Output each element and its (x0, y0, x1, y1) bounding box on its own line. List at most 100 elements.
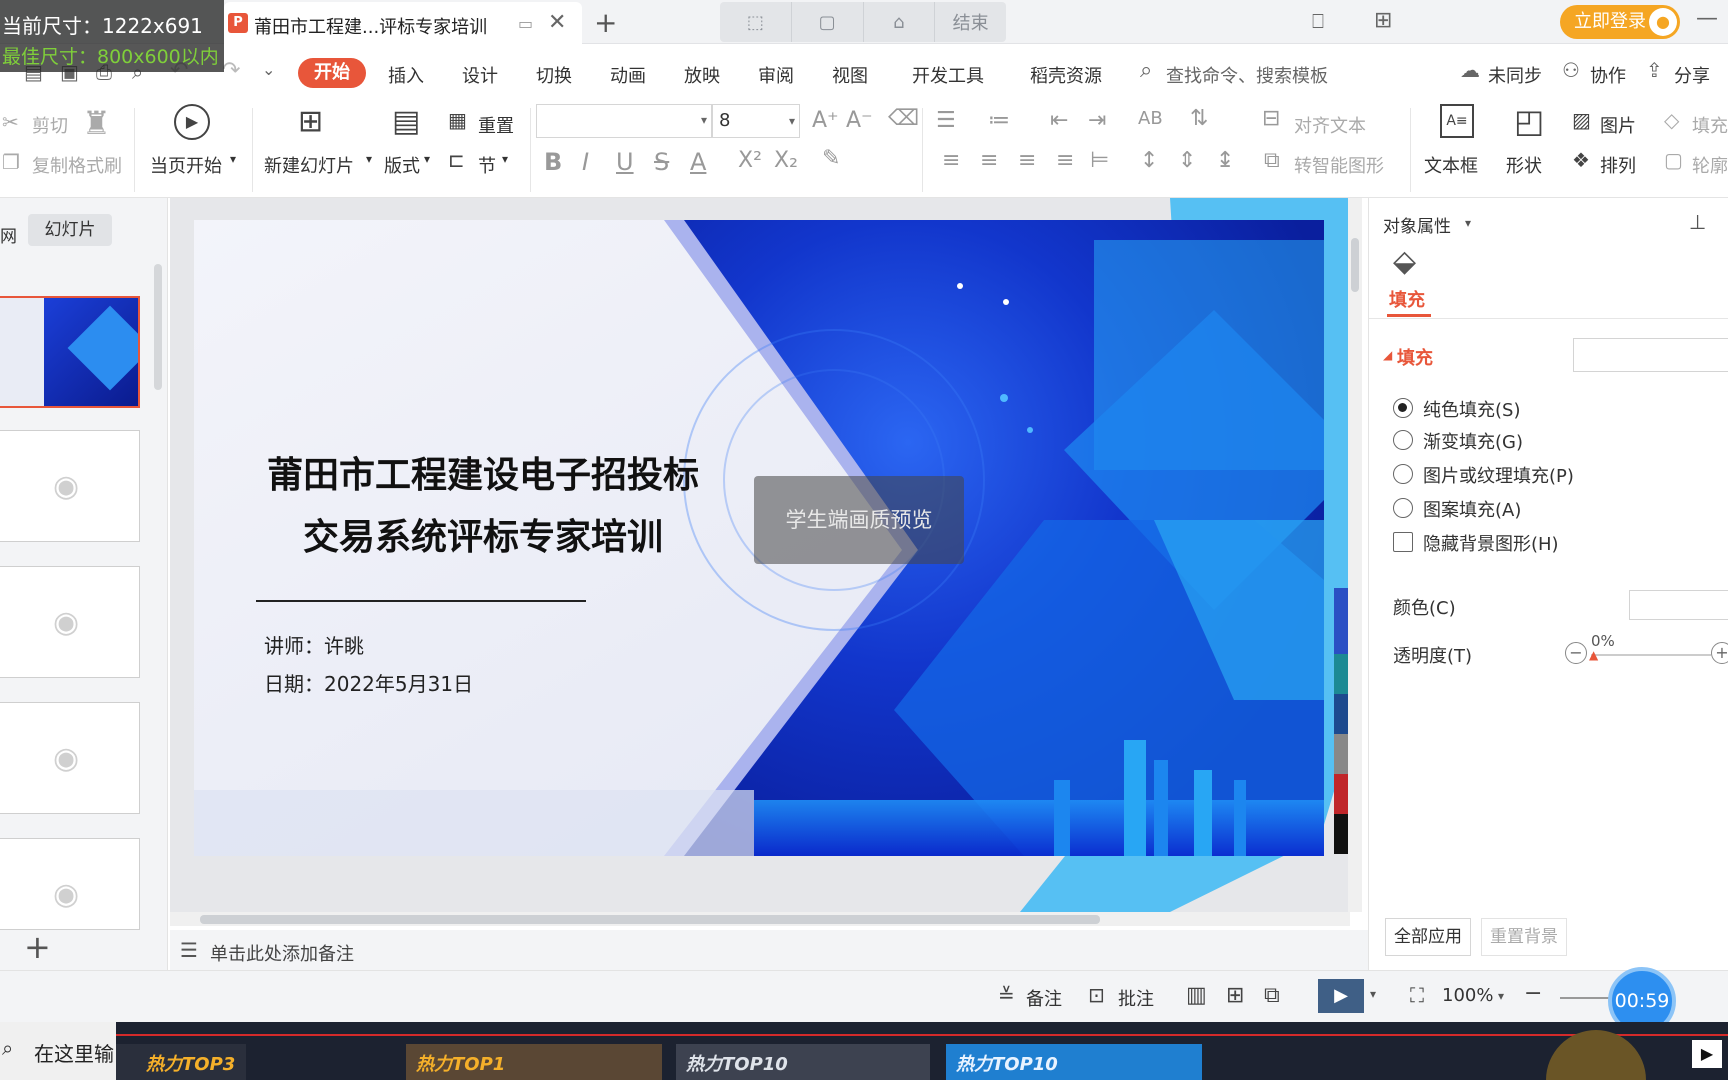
slide-thumbnail-1[interactable] (0, 296, 140, 408)
slide-1[interactable]: 莆田市工程建设电子招投标 交易系统评标专家培训 讲师：许眺 日期：2022年5月… (194, 220, 1324, 856)
play-slideshow-button[interactable]: ▶ (1318, 979, 1364, 1013)
align-left-icon[interactable]: ≡ (942, 148, 960, 173)
picture-fill-radio[interactable] (1393, 464, 1413, 484)
justify-icon[interactable]: ≡ (1056, 148, 1074, 173)
select-region-icon[interactable]: ⬚ (720, 2, 792, 42)
fill-button[interactable]: 填充 (1692, 112, 1728, 138)
underline-icon[interactable]: U (616, 148, 634, 176)
color-swatch[interactable] (1334, 814, 1348, 854)
hide-bg-label[interactable]: 隐藏背景图形(H) (1423, 530, 1559, 556)
align-right-icon[interactable]: ≡ (1018, 148, 1036, 173)
pattern-fill-radio[interactable] (1393, 498, 1413, 518)
numbered-list-icon[interactable]: ≔ (988, 108, 1010, 133)
notes-toggle-button[interactable]: 备注 (1026, 985, 1062, 1011)
start-from-current-button[interactable]: 当页开始 (150, 152, 222, 178)
align-center-icon[interactable]: ≡ (980, 148, 998, 173)
thumbnail-scrollbar[interactable] (154, 264, 162, 390)
section-button[interactable]: 节 (478, 152, 496, 178)
slide-thumbnail-4[interactable]: ◉ (0, 702, 140, 814)
picture-button[interactable]: 图片 (1600, 112, 1636, 138)
color-swatch[interactable] (1334, 694, 1348, 734)
paragraph-spacing-icon[interactable]: ⇕ (1178, 148, 1196, 173)
superscript-icon[interactable]: X² (738, 148, 762, 173)
new-tab-button[interactable]: + (594, 6, 617, 39)
smart-shape-button[interactable]: 转智能图形 (1294, 152, 1384, 178)
tab-developer[interactable]: 开发工具 (912, 62, 984, 88)
tab-fill[interactable]: 填充 (1389, 286, 1425, 312)
end-slideshow-button[interactable]: 结束 (935, 2, 1006, 42)
slide-thumbnail-5[interactable]: ◉ (0, 838, 140, 930)
add-slide-button[interactable]: + (24, 928, 51, 966)
tab-slideshow[interactable]: 放映 (684, 62, 720, 88)
transparency-slider-handle[interactable]: ▲ (1589, 648, 1598, 662)
tab-review[interactable]: 审阅 (758, 62, 794, 88)
smart-shape-icon[interactable]: ⧉ (1264, 148, 1280, 173)
font-size-select[interactable]: 8 ▾ (712, 104, 800, 138)
sort-icon[interactable]: ⇅ (1190, 106, 1208, 131)
apps-grid-icon[interactable]: ⊞ (1374, 8, 1392, 33)
text-direction-icon[interactable]: AB (1138, 108, 1163, 129)
home-icon[interactable]: ⌂ (864, 2, 936, 42)
tab-insert[interactable]: 插入 (388, 62, 424, 88)
zoom-out-button[interactable]: − (1524, 981, 1542, 1006)
shrink-font-icon[interactable]: A⁻ (846, 108, 873, 133)
reset-button[interactable]: 重置 (478, 112, 514, 138)
video-card[interactable]: 热力TOP10 (946, 1044, 1202, 1080)
color-swatch[interactable] (1334, 774, 1348, 814)
line-spacing-icon[interactable]: ↕ (1140, 148, 1158, 173)
taskbar-search-input[interactable]: 在这里输 (34, 1038, 114, 1067)
close-tab-icon[interactable]: ✕ (548, 10, 566, 35)
fit-window-icon[interactable]: ⛶ (1410, 983, 1424, 1007)
cut-button[interactable]: 剪切 (32, 112, 68, 138)
play-icon[interactable]: ▶ (1692, 1040, 1722, 1068)
minimize-icon[interactable]: — (1696, 6, 1718, 31)
zoom-level[interactable]: 100% (1442, 985, 1493, 1006)
outline-button[interactable]: 轮廓 (1692, 152, 1728, 178)
normal-view-icon[interactable]: ▥ (1186, 983, 1207, 1008)
shape-button[interactable]: 形状 (1506, 152, 1542, 178)
decrease-transparency-button[interactable]: − (1565, 642, 1587, 664)
spacing-icon[interactable]: ↨ (1216, 148, 1234, 173)
collab-button[interactable]: 协作 (1590, 62, 1626, 88)
date-text[interactable]: 日期：2022年5月31日 (264, 668, 473, 697)
pin-icon[interactable]: ⊥ (1689, 210, 1706, 234)
reading-view-icon[interactable]: ⧉ (1264, 983, 1280, 1008)
vertical-scrollbar[interactable] (1348, 198, 1362, 912)
gradient-fill-radio[interactable] (1393, 430, 1413, 450)
monitor-icon[interactable]: ▭ (518, 14, 533, 33)
tab-view[interactable]: 视图 (832, 62, 868, 88)
copy-button[interactable]: 复制 (32, 152, 68, 178)
tab-outline[interactable]: 网 (0, 222, 17, 247)
window-icon[interactable]: ▢ (792, 2, 864, 42)
fill-type-select[interactable] (1573, 338, 1728, 372)
apply-all-button[interactable]: 全部应用 (1385, 918, 1471, 956)
notes-pane[interactable]: ☰ 单击此处添加备注 (170, 930, 1368, 970)
tab-animation[interactable]: 动画 (610, 62, 646, 88)
hide-bg-checkbox[interactable] (1393, 532, 1413, 552)
tab-slides[interactable]: 幻灯片 (28, 214, 112, 246)
font-color-icon[interactable]: A (690, 148, 706, 176)
slide-sorter-icon[interactable]: ⊞ (1226, 983, 1244, 1008)
tab-docer[interactable]: 稻壳资源 (1030, 62, 1102, 88)
align-text-button[interactable]: 对齐文本 (1294, 112, 1366, 138)
color-swatch[interactable] (1334, 734, 1348, 774)
horizontal-scrollbar[interactable] (170, 912, 1350, 926)
bullet-list-icon[interactable]: ☰ (936, 108, 956, 133)
share-button[interactable]: 分享 (1674, 62, 1710, 88)
layout-button[interactable]: 版式 (384, 152, 420, 178)
taskbar-search[interactable]: ⌕ 在这里输 (0, 1022, 116, 1080)
clear-format-icon[interactable]: ⌫ (888, 106, 919, 131)
textbox-button[interactable]: 文本框 (1424, 152, 1478, 178)
video-card[interactable]: 热力TOP10 (676, 1044, 930, 1080)
document-tab[interactable]: P 莆田市工程建...评标专家培训 ▭ ✕ (224, 2, 582, 44)
video-card[interactable]: 热力TOP1 (406, 1044, 662, 1080)
slide-title-line2[interactable]: 交易系统评标专家培训 (194, 508, 772, 560)
lecturer-text[interactable]: 讲师：许眺 (264, 630, 364, 659)
tab-transition[interactable]: 切换 (536, 62, 572, 88)
subscript-icon[interactable]: X₂ (774, 148, 798, 173)
login-button[interactable]: 立即登录 ● (1560, 5, 1680, 39)
color-picker[interactable] (1629, 590, 1728, 620)
color-swatch[interactable] (1334, 654, 1348, 694)
bold-icon[interactable]: B (544, 148, 562, 176)
notes-placeholder[interactable]: 单击此处添加备注 (210, 940, 354, 966)
